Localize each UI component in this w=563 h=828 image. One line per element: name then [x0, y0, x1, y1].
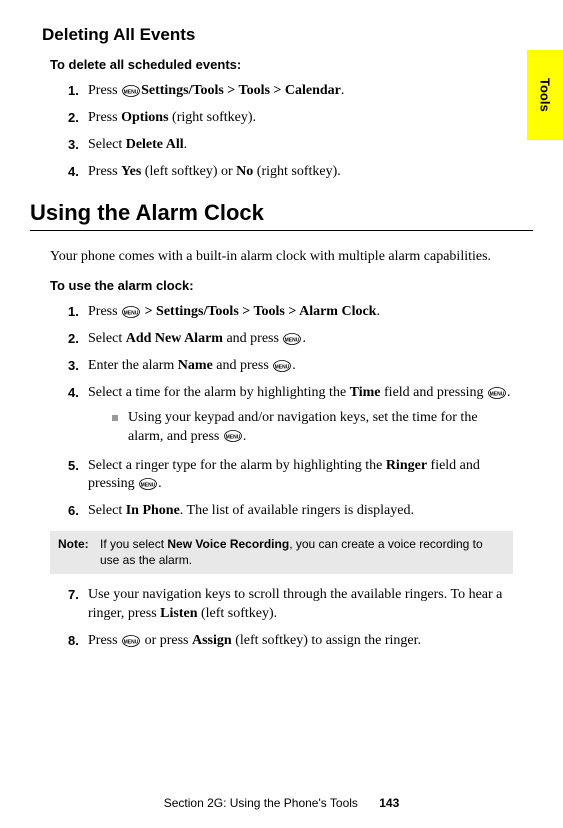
step-text: Enter the alarm Name and press MENU. [88, 357, 513, 376]
heading-rule [30, 230, 533, 231]
svg-text:MENU: MENU [124, 639, 139, 645]
step-num: 6. [68, 502, 88, 521]
step-text: Select a time for the alarm by highlight… [88, 384, 513, 449]
menu-ok-icon: MENU [122, 635, 140, 647]
svg-text:MENU: MENU [275, 364, 290, 370]
substep-text: Using your keypad and/or navigation keys… [128, 409, 513, 447]
svg-text:MENU: MENU [124, 89, 139, 95]
svg-text:MENU: MENU [285, 337, 300, 343]
menu-ok-icon: MENU [488, 387, 506, 399]
steps-alarm-clock: 1. Press MENU > Settings/Tools > Tools >… [68, 303, 513, 521]
step-num: 3. [68, 136, 88, 155]
step-num: 8. [68, 632, 88, 651]
step-2: 2. Select Add New Alarm and press MENU. [68, 330, 513, 349]
step-num: 2. [68, 330, 88, 349]
step-text: Select In Phone. The list of available r… [88, 502, 513, 521]
step-text: Press MENU > Settings/Tools > Tools > Al… [88, 303, 513, 322]
footer-section: Section 2G: Using the Phone's Tools [164, 796, 358, 810]
bullet-icon [112, 415, 118, 421]
menu-ok-icon: MENU [122, 306, 140, 318]
page-footer: Section 2G: Using the Phone's Tools 143 [0, 796, 563, 810]
svg-text:MENU: MENU [490, 391, 505, 397]
step-text: Press Yes (left softkey) or No (right so… [88, 163, 513, 182]
step-num: 2. [68, 109, 88, 128]
step-num: 5. [68, 457, 88, 495]
steps-alarm-clock-cont: 7. Use your navigation keys to scroll th… [68, 586, 513, 651]
menu-ok-icon: MENU [139, 478, 157, 490]
step-text: Use your navigation keys to scroll throu… [88, 586, 513, 624]
menu-ok-icon: MENU [283, 333, 301, 345]
step-num: 4. [68, 163, 88, 182]
step-num: 1. [68, 82, 88, 101]
step-5: 5. Select a ringer type for the alarm by… [68, 457, 513, 495]
step-3: 3. Enter the alarm Name and press MENU. [68, 357, 513, 376]
steps-delete-events: 1. Press MENUSettings/Tools > Tools > Ca… [68, 82, 513, 182]
menu-ok-icon: MENU [224, 430, 242, 442]
menu-ok-icon: MENU [273, 360, 291, 372]
substep: Using your keypad and/or navigation keys… [112, 409, 513, 447]
step-1: 1. Press MENU > Settings/Tools > Tools >… [68, 303, 513, 322]
alarm-clock-intro: Your phone comes with a built-in alarm c… [50, 247, 513, 267]
step-text: Press MENU or press Assign (left softkey… [88, 632, 513, 651]
step-text: Select Add New Alarm and press MENU. [88, 330, 513, 349]
note-label: Note: [58, 537, 100, 568]
heading-deleting-all-events: Deleting All Events [42, 25, 533, 45]
step-num: 4. [68, 384, 88, 449]
heading-using-alarm-clock: Using the Alarm Clock [30, 200, 533, 226]
intro-delete-events: To delete all scheduled events: [50, 57, 533, 72]
svg-text:MENU: MENU [124, 310, 139, 316]
step-4: 4. Select a time for the alarm by highli… [68, 384, 513, 449]
step-8: 8. Press MENU or press Assign (left soft… [68, 632, 513, 651]
note-box: Note: If you select New Voice Recording,… [50, 531, 513, 574]
step-num: 3. [68, 357, 88, 376]
step-2: 2. Press Options (right softkey). [68, 109, 513, 128]
step-1: 1. Press MENUSettings/Tools > Tools > Ca… [68, 82, 513, 101]
note-text: If you select New Voice Recording, you c… [100, 537, 505, 568]
step-text: Select Delete All. [88, 136, 513, 155]
step-7: 7. Use your navigation keys to scroll th… [68, 586, 513, 624]
step-6: 6. Select In Phone. The list of availabl… [68, 502, 513, 521]
page-number: 143 [379, 796, 399, 810]
svg-text:MENU: MENU [141, 483, 156, 489]
step-3: 3. Select Delete All. [68, 136, 513, 155]
svg-text:MENU: MENU [225, 435, 240, 441]
step-num: 1. [68, 303, 88, 322]
menu-ok-icon: MENU [122, 85, 140, 97]
page-content: Deleting All Events To delete all schedu… [0, 0, 563, 679]
step-text: Press Options (right softkey). [88, 109, 513, 128]
step-text: Press MENUSettings/Tools > Tools > Calen… [88, 82, 513, 101]
step-4: 4. Press Yes (left softkey) or No (right… [68, 163, 513, 182]
intro-alarm-clock: To use the alarm clock: [50, 278, 533, 293]
step-text: Select a ringer type for the alarm by hi… [88, 457, 513, 495]
step-num: 7. [68, 586, 88, 624]
